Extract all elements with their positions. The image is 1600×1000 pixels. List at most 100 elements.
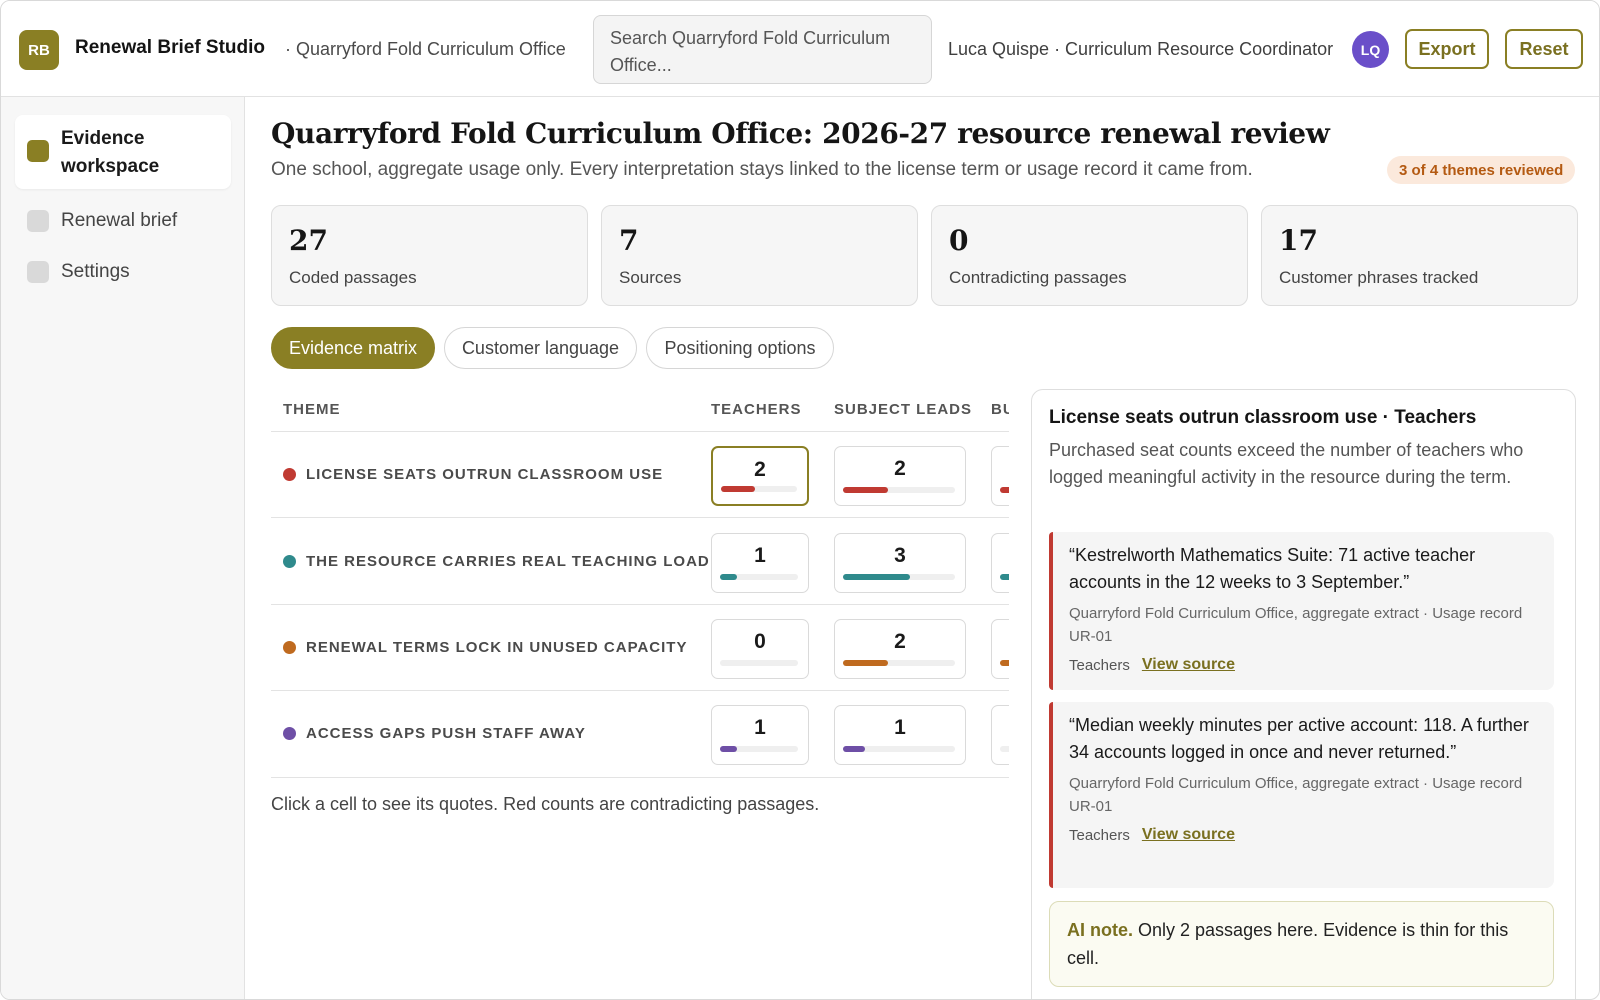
sidebar-item-label: Evidence workspace [61,128,160,177]
divider [271,517,1009,518]
stat-label: Contradicting passages [949,268,1127,287]
quote-segment: Teachers [1069,826,1130,844]
app-title: Renewal Brief Studio [75,37,266,58]
matrix-cell[interactable]: 3 [834,533,966,593]
quote-text: “Median weekly minutes per active accoun… [1069,715,1529,762]
cell-count: 0 [754,630,766,653]
divider [271,777,1009,778]
ai-note-label: AI note. [1067,920,1133,940]
stat-label: Customer phrases tracked [1279,268,1479,287]
view-source-link[interactable]: View source [1142,826,1235,844]
matrix-cell[interactable]: 0 [711,619,809,679]
cell-bar-track [1000,574,1009,580]
sidebar-item-evidence-workspace[interactable]: Evidence workspace [15,115,231,189]
quote-footer: Teachers View source [1069,826,1540,844]
cell-bar-fill [720,574,738,580]
user-label: Luca Quispe · Curriculum Resource Coordi… [948,39,1334,59]
cell-count: 1 [754,716,766,739]
matrix-cell[interactable]: 1 [834,705,966,765]
column-header-teachers[interactable]: TEACHERS [711,401,802,418]
theme-label: LICENSE SEATS OUTRUN CLASSROOM USE [306,466,664,483]
quote-source: Quarryford Fold Curriculum Office, aggre… [1069,605,1523,645]
theme-color-dot [283,468,296,481]
reset-button[interactable]: Reset [1505,29,1583,69]
cell-bar-track [720,660,798,666]
cell-bar-track [720,574,798,580]
stat-label: Sources [619,268,682,287]
detail-title: License seats outrun classroom use · Tea… [1049,407,1477,428]
quote-footer: Teachers View source [1069,656,1540,674]
sidebar: Evidence workspace Renewal brief Setting… [1,97,245,999]
top-bar: RB Renewal Brief Studio · Quarryford Fol… [1,1,1599,97]
theme-color-dot [283,641,296,654]
matrix-cell[interactable]: 2 [711,446,809,506]
cell-bar-track [720,746,798,752]
page-title: Quarryford Fold Curriculum Office: 2026-… [271,117,1330,150]
tab-evidence-matrix[interactable]: Evidence matrix [271,327,435,369]
column-header-truncated[interactable]: BU [991,401,1009,418]
matrix-cell[interactable]: 2 [834,446,966,506]
cell-bar-fill [721,486,756,492]
cell-count: 1 [894,716,906,739]
column-header-theme: THEME [283,401,341,418]
cell-bar-fill [1000,487,1009,493]
sidebar-item-label: Settings [61,261,130,282]
divider [271,690,1009,691]
matrix-cell[interactable] [991,705,1009,765]
nav-square-icon [27,140,49,162]
sidebar-item-settings[interactable]: Settings [15,252,231,292]
cell-bar-track [721,486,797,492]
theme-label: ACCESS GAPS PUSH STAFF AWAY [306,725,586,742]
cell-bar-fill [1000,660,1009,666]
detail-panel: License seats outrun classroom use · Tea… [1031,389,1576,999]
cell-bar-track [1000,746,1009,752]
app-window: RB Renewal Brief Studio · Quarryford Fol… [0,0,1600,1000]
matrix-cell[interactable]: 1 [711,533,809,593]
cell-count: 2 [894,457,906,480]
org-breadcrumb: · Quarryford Fold Curriculum Office [285,39,566,59]
theme-label: THE RESOURCE CARRIES REAL TEACHING LOAD [306,553,710,570]
quote-segment: Teachers [1069,656,1130,674]
stat-value: 7 [619,224,639,257]
stat-card-customer-phrases: 17 Customer phrases tracked [1261,205,1578,306]
matrix-hint: Click a cell to see its quotes. Red coun… [271,794,820,814]
nav-square-icon [27,210,49,232]
view-source-link[interactable]: View source [1142,656,1235,674]
sidebar-item-renewal-brief[interactable]: Renewal brief [15,201,231,241]
ai-note: AI note. Only 2 passages here. Evidence … [1049,901,1554,987]
stat-value: 17 [1279,224,1318,257]
avatar[interactable]: LQ [1352,31,1389,68]
quote-card: “Kestrelworth Mathematics Suite: 71 acti… [1049,532,1554,690]
theme-color-dot [283,555,296,568]
app-logo: RB [19,30,59,70]
cell-bar-track [843,746,955,752]
cell-bar-fill [1000,574,1009,580]
cell-bar-track [843,487,955,493]
matrix-cell[interactable] [991,446,1009,506]
theme-label: RENEWAL TERMS LOCK IN UNUSED CAPACITY [306,639,688,656]
cell-count: 2 [894,630,906,653]
stat-card-coded-passages: 27 Coded passages [271,205,588,306]
cell-count: 3 [894,544,906,567]
status-badge: 3 of 4 themes reviewed [1387,156,1576,184]
nav-square-icon [27,261,49,283]
tab-positioning-options[interactable]: Positioning options [646,327,834,369]
divider [271,431,1009,432]
matrix-cell[interactable] [991,533,1009,593]
tab-customer-language[interactable]: Customer language [444,327,637,369]
export-button[interactable]: Export [1405,29,1489,69]
sidebar-item-label: Renewal brief [61,210,178,231]
matrix-cell[interactable] [991,619,1009,679]
stat-label: Coded passages [289,268,417,287]
search-input[interactable]: Search Quarryford Fold Curriculum Office… [593,15,932,84]
evidence-matrix: THEME TEACHERS SUBJECT LEADS BU LICENSE … [271,387,1009,779]
stat-value: 0 [949,224,969,257]
quote-source: Quarryford Fold Curriculum Office, aggre… [1069,775,1523,815]
matrix-cell[interactable]: 1 [711,705,809,765]
column-header-subject-leads[interactable]: SUBJECT LEADS [834,401,972,418]
cell-bar-track [1000,487,1009,493]
cell-bar-track [843,574,955,580]
matrix-cell[interactable]: 2 [834,619,966,679]
cell-bar-fill [843,574,911,580]
cell-bar-fill [843,487,888,493]
